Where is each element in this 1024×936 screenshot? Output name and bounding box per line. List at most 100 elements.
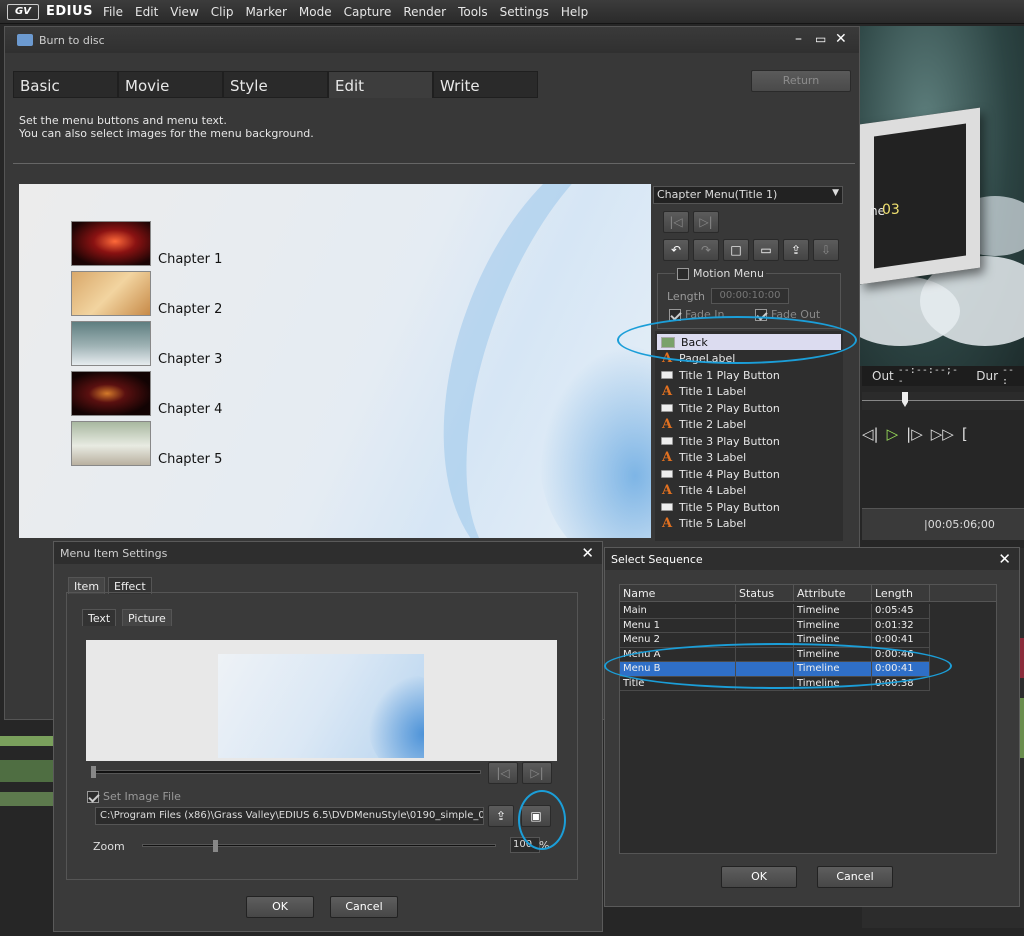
length-input[interactable]: 00:00:10:00 bbox=[711, 288, 789, 304]
chapter-3-label[interactable]: Chapter 3 bbox=[158, 352, 222, 367]
preview-image bbox=[218, 654, 424, 758]
menu-help[interactable]: Help bbox=[555, 5, 594, 19]
chapter-2-thumbnail[interactable] bbox=[71, 271, 151, 316]
motion-menu-label: Motion Menu bbox=[693, 267, 764, 280]
set-image-checkbox[interactable]: Set Image File bbox=[87, 790, 181, 803]
cancel-button[interactable]: Cancel bbox=[330, 896, 398, 918]
list-item[interactable]: Title 3 Play Button bbox=[657, 433, 841, 449]
step-back-icon[interactable]: ◁| bbox=[862, 425, 879, 443]
frame-slider[interactable] bbox=[91, 766, 481, 778]
last-frame-icon[interactable]: ▷| bbox=[522, 762, 552, 784]
transport-controls: ◁| ▷ |▷ ▷▷ [ bbox=[862, 420, 1024, 448]
list-item[interactable]: Title 1 Play Button bbox=[657, 367, 841, 383]
checkbox-icon[interactable] bbox=[677, 267, 689, 280]
tab-style[interactable]: Style bbox=[223, 71, 328, 98]
description-line-2: You can also select images for the menu … bbox=[19, 127, 314, 140]
scrubber[interactable] bbox=[862, 392, 1024, 410]
tab-movie[interactable]: Movie bbox=[118, 71, 223, 98]
play-icon[interactable]: ▷ bbox=[887, 425, 899, 443]
zoom-slider[interactable] bbox=[142, 840, 496, 852]
tab-basic[interactable]: Basic bbox=[13, 71, 118, 98]
picture-preview bbox=[86, 640, 557, 761]
annotation-ellipse bbox=[518, 790, 566, 850]
tab-write[interactable]: Write bbox=[433, 71, 538, 98]
checkbox-icon[interactable] bbox=[87, 790, 99, 803]
menu-marker[interactable]: Marker bbox=[239, 5, 292, 19]
menu-settings[interactable]: Settings bbox=[494, 5, 555, 19]
col-length[interactable]: Length bbox=[872, 585, 930, 601]
menu-view[interactable]: View bbox=[164, 5, 204, 19]
motion-menu-checkbox[interactable]: Motion Menu bbox=[675, 267, 766, 280]
chapter-3-thumbnail[interactable] bbox=[71, 321, 151, 366]
playhead-icon[interactable] bbox=[900, 392, 910, 410]
slider-knob[interactable] bbox=[213, 840, 218, 852]
track-clip[interactable] bbox=[0, 792, 60, 806]
fast-forward-icon[interactable]: ▷▷ bbox=[931, 425, 954, 443]
return-button[interactable]: Return bbox=[751, 70, 851, 92]
menu-clip[interactable]: Clip bbox=[205, 5, 240, 19]
menu-file[interactable]: File bbox=[97, 5, 129, 19]
list-item[interactable]: A Title 5 Label bbox=[657, 515, 841, 531]
square-icon[interactable]: □ bbox=[723, 239, 749, 261]
chapter-5-label[interactable]: Chapter 5 bbox=[158, 452, 222, 467]
loop-icon[interactable]: [ bbox=[962, 425, 968, 443]
out-label: Out bbox=[872, 369, 894, 383]
tab-edit[interactable]: Edit bbox=[328, 71, 433, 98]
menu-select[interactable]: Chapter Menu(Title 1) ▼ bbox=[653, 186, 843, 204]
image-path-input[interactable]: C:\Program Files (x86)\Grass Valley\EDIU… bbox=[95, 807, 484, 825]
slider-knob[interactable] bbox=[91, 766, 96, 778]
select-sequence-dialog: Select Sequence ✕ Name Status Attribute … bbox=[604, 547, 1020, 907]
step-forward-icon[interactable]: |▷ bbox=[906, 425, 923, 443]
first-frame-icon[interactable]: |◁ bbox=[488, 762, 518, 784]
tab-picture[interactable]: Picture bbox=[122, 609, 172, 626]
menu-canvas[interactable]: Chapter 1 Chapter 2 Chapter 3 Chapter 4 … bbox=[19, 184, 651, 538]
chapter-4-label[interactable]: Chapter 4 bbox=[158, 402, 222, 417]
menu-tools[interactable]: Tools bbox=[452, 5, 494, 19]
track-clip[interactable] bbox=[0, 736, 60, 746]
close-icon[interactable]: ✕ bbox=[581, 544, 594, 562]
maximize-icon[interactable]: ▭ bbox=[815, 31, 826, 47]
col-status[interactable]: Status bbox=[736, 585, 794, 601]
ok-button[interactable]: OK bbox=[246, 896, 314, 918]
export-icon[interactable]: ⇪ bbox=[783, 239, 809, 261]
list-item[interactable]: A Title 4 Label bbox=[657, 482, 841, 498]
chapter-4-thumbnail[interactable] bbox=[71, 371, 151, 416]
table-row[interactable]: Menu 1 Timeline 0:01:32 bbox=[620, 618, 930, 633]
browse-icon[interactable]: ⇪ bbox=[488, 805, 514, 827]
menu-mode[interactable]: Mode bbox=[293, 5, 338, 19]
ok-button[interactable]: OK bbox=[721, 866, 797, 888]
col-name[interactable]: Name bbox=[620, 585, 736, 601]
cancel-button[interactable]: Cancel bbox=[817, 866, 893, 888]
chapter-2-label[interactable]: Chapter 2 bbox=[158, 302, 222, 317]
minimize-icon[interactable]: – bbox=[795, 31, 802, 47]
chapter-1-thumbnail[interactable] bbox=[71, 221, 151, 266]
col-attribute[interactable]: Attribute bbox=[794, 585, 872, 601]
chapter-1-label[interactable]: Chapter 1 bbox=[158, 252, 222, 267]
track-clip[interactable] bbox=[0, 760, 60, 782]
background-swoosh bbox=[368, 674, 424, 758]
list-item[interactable]: Title 2 Play Button bbox=[657, 400, 841, 416]
menu-render[interactable]: Render bbox=[397, 5, 452, 19]
tab-text[interactable]: Text bbox=[82, 609, 117, 626]
list-item[interactable]: A Title 3 Label bbox=[657, 449, 841, 465]
list-item[interactable]: A Title 2 Label bbox=[657, 416, 841, 432]
chapter-5-thumbnail[interactable] bbox=[71, 421, 151, 466]
list-item[interactable]: Title 5 Play Button bbox=[657, 499, 841, 515]
first-page-icon[interactable]: |◁ bbox=[663, 211, 689, 233]
menu-edit[interactable]: Edit bbox=[129, 5, 164, 19]
menu-capture[interactable]: Capture bbox=[338, 5, 398, 19]
timeline-ruler[interactable]: |00:05:06;00 bbox=[862, 508, 1024, 540]
redo-icon[interactable]: ↷ bbox=[693, 239, 719, 261]
timeline-time: |00:05:06;00 bbox=[924, 518, 995, 531]
monitor-icon[interactable]: ▭ bbox=[753, 239, 779, 261]
table-row[interactable]: Main Timeline 0:05:45 bbox=[620, 604, 930, 619]
list-item[interactable]: Title 4 Play Button bbox=[657, 466, 841, 482]
undo-icon[interactable]: ↶ bbox=[663, 239, 689, 261]
last-page-icon[interactable]: ▷| bbox=[693, 211, 719, 233]
preview-frame bbox=[860, 107, 980, 285]
close-icon[interactable]: ✕ bbox=[835, 31, 847, 47]
import-icon[interactable]: ⇩ bbox=[813, 239, 839, 261]
preview-scene-num: 03 bbox=[882, 202, 900, 218]
list-item[interactable]: A Title 1 Label bbox=[657, 383, 841, 399]
close-icon[interactable]: ✕ bbox=[998, 550, 1011, 568]
